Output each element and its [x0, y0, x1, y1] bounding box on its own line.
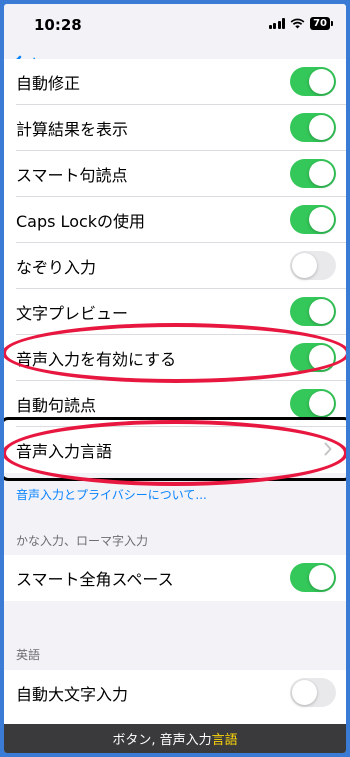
phone-screen: 10:28 70 戻る キーボード 自動修正 [4, 4, 346, 753]
status-icons: 70 [268, 17, 333, 30]
setting-label: 自動句読点 [16, 396, 97, 415]
smart-punctuation-toggle[interactable] [290, 159, 336, 188]
setting-label: 計算結果を表示 [16, 120, 129, 139]
setting-row-enable-dictation[interactable]: 音声入力を有効にする [4, 335, 346, 381]
setting-label: 自動大文字入力 [16, 685, 129, 704]
auto-correct-toggle[interactable] [290, 67, 336, 96]
setting-row-slide-to-type[interactable]: なぞり入力 [4, 243, 346, 289]
wifi-icon [290, 18, 305, 29]
dictation-privacy-link[interactable]: 音声入力とプライバシーについて... [16, 486, 207, 503]
setting-row-auto-punctuation[interactable]: 自動句読点 [4, 381, 346, 427]
character-preview-toggle[interactable] [290, 297, 336, 326]
enable-dictation-toggle[interactable] [290, 343, 336, 372]
status-bar: 10:28 70 [4, 4, 346, 44]
setting-row-auto-correct[interactable]: 自動修正 [4, 59, 346, 105]
signal-icon [268, 18, 286, 29]
setting-row-dictation-languages[interactable]: 音声入力言語 [4, 427, 346, 473]
setting-label: スマート句読点 [16, 166, 128, 185]
setting-label: スマート全角スペース [16, 570, 174, 589]
setting-row-smart-fullwidth-space[interactable]: スマート全角スペース [4, 555, 346, 601]
setting-row-smart-punctuation[interactable]: スマート句読点 [4, 151, 346, 197]
status-time: 10:28 [34, 16, 82, 34]
show-calc-results-toggle[interactable] [290, 113, 336, 142]
setting-row-character-preview[interactable]: 文字プレビュー [4, 289, 346, 335]
setting-label: 音声入力を有効にする [16, 350, 177, 369]
section-header-kana: かな入力、ローマ字入力 [16, 534, 149, 548]
auto-punctuation-toggle[interactable] [290, 389, 336, 418]
setting-label: 音声入力言語 [16, 442, 113, 461]
setting-label: なぞり入力 [16, 258, 97, 277]
battery-icon: 70 [310, 17, 333, 30]
setting-label: Caps Lockの使用 [16, 212, 146, 231]
smart-fullwidth-space-toggle[interactable] [290, 563, 336, 592]
setting-label: 文字プレビュー [16, 304, 129, 323]
setting-label: 自動修正 [16, 74, 81, 93]
auto-capitalization-toggle[interactable] [290, 678, 336, 707]
caption-text: ボタン, 音声入力 [112, 733, 212, 748]
caps-lock-toggle[interactable] [290, 205, 336, 234]
setting-row-auto-capitalization[interactable]: 自動大文字入力 [4, 670, 346, 716]
caption-highlight: 言語 [211, 733, 238, 748]
setting-row-show-calc-results[interactable]: 計算結果を表示 [4, 105, 346, 151]
chevron-right-icon [324, 442, 332, 456]
slide-to-type-toggle[interactable] [290, 251, 336, 280]
voiceover-caption: ボタン, 音声入力 言語 [4, 724, 346, 753]
section-header-english: 英語 [16, 648, 41, 662]
setting-row-caps-lock[interactable]: Caps Lockの使用 [4, 197, 346, 243]
